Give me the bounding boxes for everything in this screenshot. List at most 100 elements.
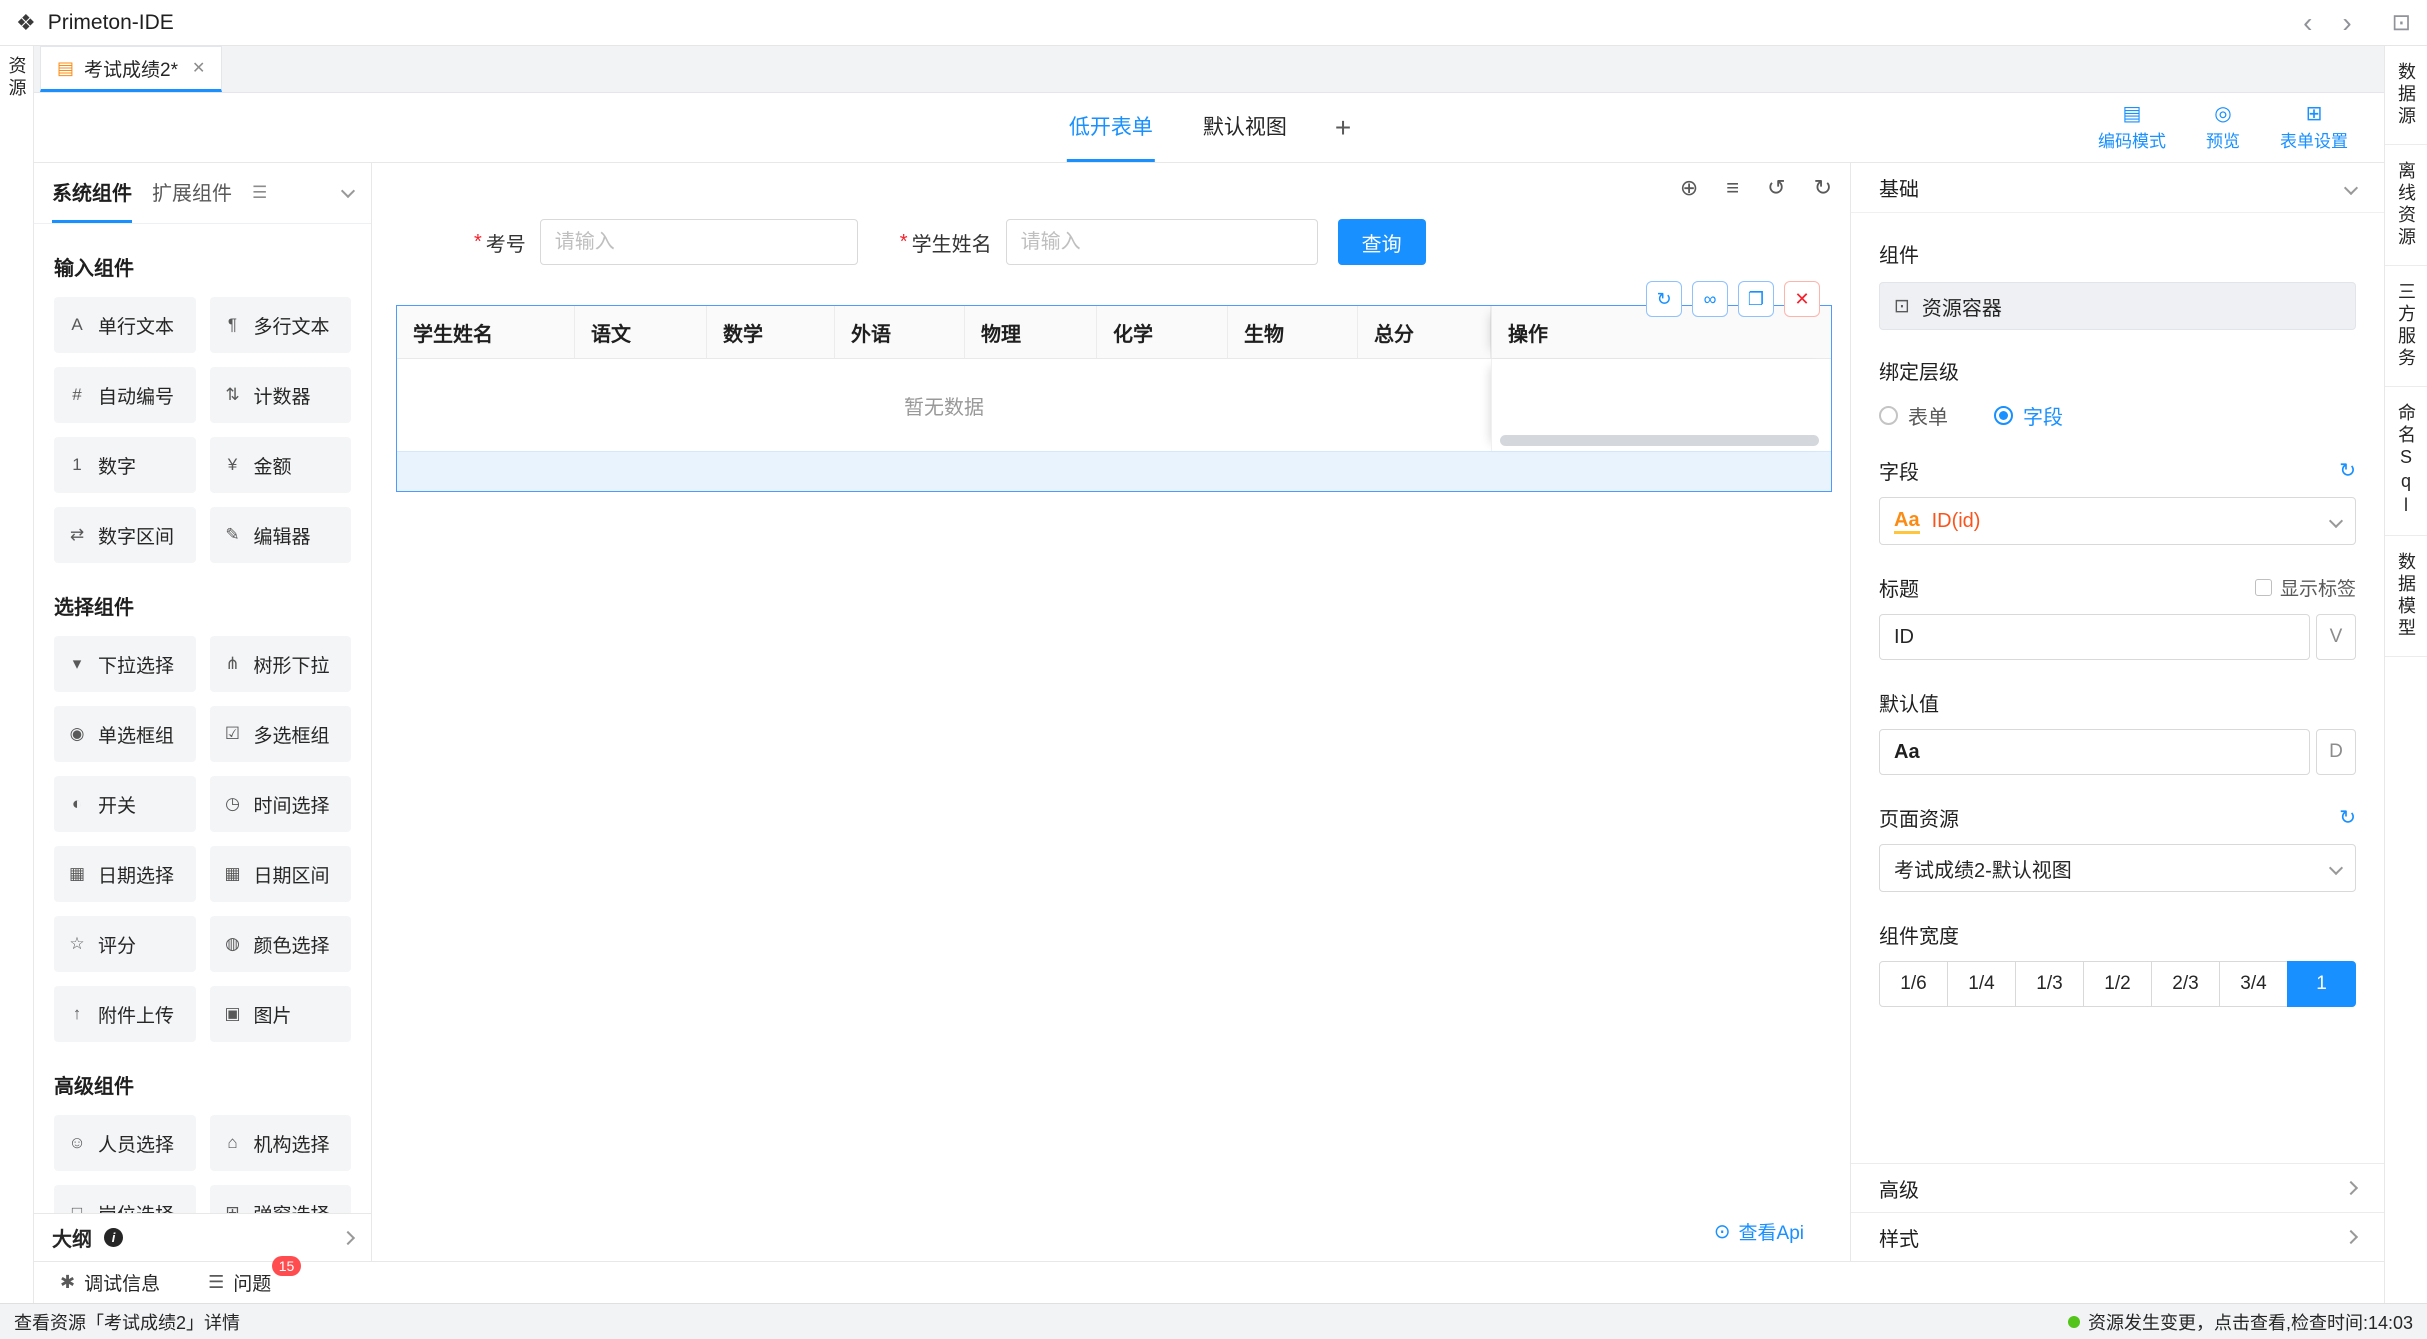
page-resource-select[interactable]: 考试成绩2-默认视图 [1879,844,2356,892]
palette-item-multi-text[interactable]: ¶多行文本 [210,297,352,353]
column-header[interactable]: 学生姓名 [397,306,575,358]
default-value-input[interactable]: Aa [1879,729,2310,775]
palette-item-dropdown[interactable]: ▾下拉选择 [54,636,196,692]
palette-item-money[interactable]: ¥金额 [210,437,352,493]
design-canvas[interactable]: ⊕ ≡ ↺ ↻ *考号 *学生姓名 查询 ↻ [372,163,1850,1261]
width-option[interactable]: 2/3 [2151,961,2220,1007]
refresh-field-icon[interactable]: ↻ [2339,458,2356,483]
palette-item-date-range[interactable]: ▦日期区间 [210,846,352,902]
tab-lowcode-form[interactable]: 低开表单 [1067,93,1155,162]
preview-button[interactable]: ◎ 预览 [2206,104,2240,152]
column-header[interactable]: 物理 [965,306,1097,358]
globe-icon[interactable]: ⊕ [1680,175,1698,201]
radio-field[interactable]: 字段 [1994,401,2063,430]
palette-item-auto-number[interactable]: #自动编号 [54,367,196,423]
form-settings-button[interactable]: ⊞ 表单设置 [2280,104,2348,152]
outline-list-icon[interactable]: ≡ [1726,175,1739,201]
code-mode-button[interactable]: ▤ 编码模式 [2098,104,2166,152]
selected-table-container[interactable]: 学生姓名 语文 数学 外语 物理 化学 生物 总分 操作 [396,305,1832,492]
palette-item-counter[interactable]: ⇅计数器 [210,367,352,423]
horizontal-scrollbar[interactable] [1500,435,1819,446]
add-view-button[interactable]: + [1335,93,1351,162]
strip-item-third-party-service[interactable]: 三方服务 [2385,266,2427,387]
palette-item-person-picker[interactable]: ☺人员选择 [54,1115,196,1171]
palette-item-date-picker[interactable]: ▦日期选择 [54,846,196,902]
nav-back-icon[interactable]: ‹ [2303,9,2312,37]
title-input[interactable] [1879,614,2310,660]
default-suffix-button[interactable]: D [2316,729,2356,775]
column-header[interactable]: 数学 [707,306,835,358]
column-header[interactable]: 生物 [1228,306,1358,358]
close-icon[interactable]: ✕ [192,58,205,78]
tab-default-view[interactable]: 默认视图 [1201,93,1289,162]
palette-item-position-picker[interactable]: □岗位选择 [54,1185,196,1213]
strip-item-offline-resource[interactable]: 离线资源 [2385,145,2427,266]
sync-button[interactable]: ↻ [1646,281,1682,317]
palette-item-org-picker[interactable]: ⌂机构选择 [210,1115,352,1171]
width-option[interactable]: 1/2 [2083,961,2152,1007]
status-left-text[interactable]: 查看资源「考试成绩2」详情 [14,1309,240,1335]
copy-button[interactable]: ❐ [1738,281,1774,317]
tab-extension-components[interactable]: 扩展组件 [152,163,232,223]
palette-item-time-picker[interactable]: ◷时间选择 [210,776,352,832]
advanced-section-row[interactable]: 高级 [1851,1163,2384,1212]
view-api-link[interactable]: ⊙ 查看Api [1714,1218,1804,1245]
problems-button[interactable]: ☰ 问题 15 [208,1269,271,1296]
collapse-properties-icon[interactable] [2344,180,2358,194]
show-label-checkbox[interactable] [2255,579,2272,596]
column-header[interactable]: 外语 [835,306,965,358]
collapse-palette-icon[interactable] [341,184,355,198]
save-icon[interactable]: ⊡ [2392,9,2411,36]
link-button[interactable]: ∞ [1692,281,1728,317]
palette-item-switch[interactable]: ◐开关 [54,776,196,832]
strip-item-datasource[interactable]: 数据源 [2385,46,2427,145]
strip-item-data-model[interactable]: 数据模型 [2385,536,2427,657]
radio-form[interactable]: 表单 [1879,401,1948,430]
tab-exam-scores[interactable]: ▤ 考试成绩2* ✕ [40,46,222,92]
palette-item-radio-group[interactable]: ◉单选框组 [54,706,196,762]
resource-strip-item[interactable]: 资源 [4,56,30,100]
search-button[interactable]: 查询 [1338,219,1426,265]
width-option-selected[interactable]: 1 [2287,961,2356,1007]
refresh-page-resource-icon[interactable]: ↻ [2339,805,2356,830]
width-option[interactable]: 1/3 [2015,961,2084,1007]
column-header[interactable]: 语文 [575,306,707,358]
strip-item-named-sql[interactable]: 命名Sql [2385,387,2427,536]
properties-header[interactable]: 基础 [1851,163,2384,213]
exam-no-input[interactable] [540,219,858,265]
field-select[interactable]: Aa ID(id) [1879,497,2356,545]
undo-icon[interactable]: ↺ [1767,175,1785,201]
outline-footer[interactable]: 大纲 i [34,1213,371,1261]
expand-outline-icon[interactable] [341,1230,355,1244]
palette-item-attachment-upload[interactable]: ↑附件上传 [54,986,196,1042]
title-suffix-button[interactable]: V [2316,614,2356,660]
width-option[interactable]: 1/6 [1879,961,1948,1007]
palette-item-image[interactable]: ▣图片 [210,986,352,1042]
palette-item-rating[interactable]: ☆评分 [54,916,196,972]
debug-info-button[interactable]: ✱ 调试信息 [60,1269,160,1296]
column-header[interactable]: 化学 [1097,306,1228,358]
palette-item-editor[interactable]: ✎编辑器 [210,507,352,563]
palette-item-dialog-picker[interactable]: ⊞弹窗选择 [210,1185,352,1213]
palette-item-label: 弹窗选择 [254,1200,330,1214]
delete-button[interactable]: ✕ [1784,281,1820,317]
student-name-input[interactable] [1006,219,1318,265]
nav-forward-icon[interactable]: › [2342,9,2351,37]
palette-item-color-picker[interactable]: ◍颜色选择 [210,916,352,972]
tab-system-components[interactable]: 系统组件 [52,163,132,223]
section-title-select: 选择组件 [54,591,351,620]
redo-icon[interactable]: ↻ [1814,175,1832,201]
palette-item-tree-dropdown[interactable]: ⋔树形下拉 [210,636,352,692]
palette-item-single-text[interactable]: A单行文本 [54,297,196,353]
style-section-row[interactable]: 样式 [1851,1212,2384,1261]
component-box[interactable]: ⊡ 资源容器 [1879,282,2356,330]
palette-item-number[interactable]: 1数字 [54,437,196,493]
palette-item-checkbox-group[interactable]: ☑多选框组 [210,706,352,762]
palette-item-number-range[interactable]: ⇄数字区间 [54,507,196,563]
hamburger-icon[interactable]: ☰ [252,183,267,203]
width-option[interactable]: 3/4 [2219,961,2288,1007]
width-option[interactable]: 1/4 [1947,961,2016,1007]
column-header[interactable]: 总分 [1358,306,1491,358]
info-icon[interactable]: i [104,1228,123,1247]
status-right-text[interactable]: 资源发生变更，点击查看,检查时间:14:03 [2088,1309,2413,1335]
